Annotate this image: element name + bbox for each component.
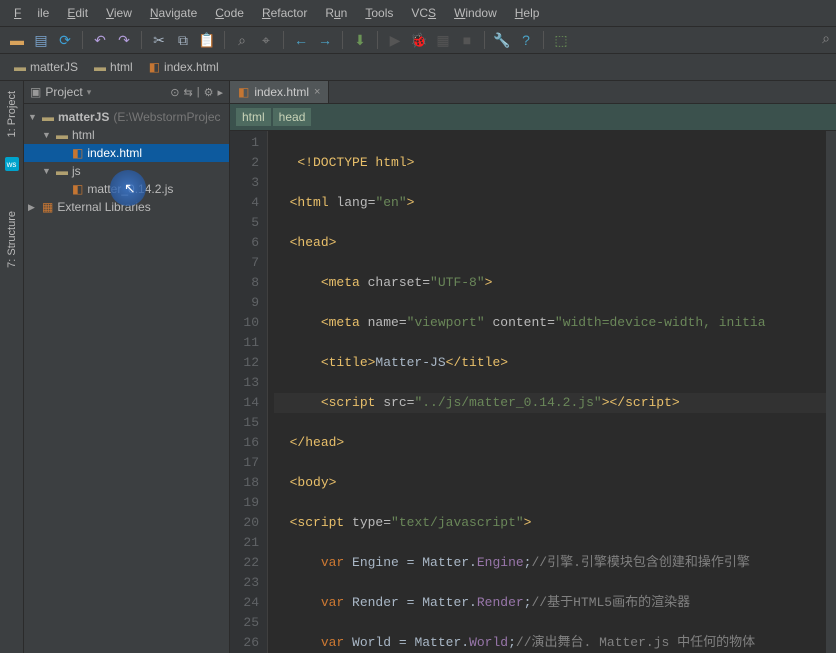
crumb-html[interactable]: html (236, 108, 271, 126)
crumb-head[interactable]: head (273, 108, 312, 126)
webstorm-logo-icon: ws (5, 157, 19, 171)
library-icon: ▦ (42, 200, 53, 214)
project-panel-title: Project (45, 85, 82, 99)
stop-icon[interactable]: ■ (458, 31, 476, 49)
nav-project-label: matterJS (30, 60, 78, 74)
folder-icon: ▬ (94, 60, 106, 74)
editor-breadcrumb: html head (230, 104, 836, 131)
error-stripe[interactable] (826, 131, 836, 653)
html-file-icon: ◧ (72, 146, 83, 160)
menu-vcs[interactable]: VCS (403, 3, 444, 23)
open-icon[interactable]: ▬ (8, 31, 26, 49)
tree-folder-js[interactable]: ▼ ▬ js (24, 162, 229, 180)
tool-window-bar: 1: Project ws 7: Structure (0, 81, 24, 653)
sidebar-tab-structure[interactable]: 7: Structure (4, 205, 20, 274)
menu-window[interactable]: Window (446, 3, 505, 23)
coverage-icon[interactable]: ▦ (434, 31, 452, 49)
project-panel-header: ▣ Project ▾ ⊙ ⇆ | ⚙ ▸ (24, 81, 229, 104)
scroll-from-source-icon[interactable]: ⊙ (170, 86, 179, 99)
menu-file[interactable]: File (6, 3, 57, 23)
nav-folder-label: html (110, 60, 133, 74)
nav-bar: ▬ matterJS ▬ html ◧ index.html (0, 54, 836, 81)
editor-tab-index[interactable]: ◧ index.html × (230, 81, 329, 103)
html-file-icon: ◧ (149, 60, 160, 74)
menu-refactor[interactable]: Refactor (254, 3, 315, 23)
replace-icon[interactable]: ⌖ (257, 31, 275, 49)
js-file-icon: ◧ (72, 182, 83, 196)
menu-edit[interactable]: Edit (59, 3, 96, 23)
code-editor[interactable]: 12 34 56 78 910 1112 1314 1516 1718 1920… (230, 131, 836, 653)
nav-folder[interactable]: ▬ html (88, 58, 139, 76)
nav-file-label: index.html (164, 60, 219, 74)
help-icon[interactable]: ? (517, 31, 535, 49)
tree-file-matterjs[interactable]: ◧ matter_0.14.2.js (24, 180, 229, 198)
menu-help[interactable]: Help (507, 3, 548, 23)
run-icon[interactable]: ▶ (386, 31, 404, 49)
nav-file[interactable]: ◧ index.html (143, 58, 225, 76)
menu-bar: File Edit View Navigate Code Refactor Ru… (0, 0, 836, 27)
forward-icon[interactable]: → (316, 31, 334, 49)
project-tree: ▼ ▬ matterJS (E:\WebstormProjec ▼ ▬ html… (24, 104, 229, 220)
code-content[interactable]: <!DOCTYPE html> <html lang="en"> <head> … (268, 131, 836, 653)
tree-matterjs-label: matter_0.14.2.js (87, 182, 173, 196)
editor-area: ◧ index.html × html head 12 34 56 78 910… (230, 81, 836, 653)
sidebar-tab-project[interactable]: 1: Project (4, 85, 20, 143)
html-file-icon: ◧ (238, 85, 249, 99)
find-icon[interactable]: ⌕ (233, 31, 251, 49)
tree-root[interactable]: ▼ ▬ matterJS (E:\WebstormProjec (24, 108, 229, 126)
editor-tabs: ◧ index.html × (230, 81, 836, 104)
menu-navigate[interactable]: Navigate (142, 3, 205, 23)
collapse-all-icon[interactable]: ⇆ (184, 86, 193, 99)
undo-icon[interactable]: ↶ (91, 31, 109, 49)
tree-index-label: index.html (87, 146, 142, 160)
folder-icon: ▬ (56, 128, 68, 142)
gutter: 12 34 56 78 910 1112 1314 1516 1718 1920… (230, 131, 268, 653)
back-icon[interactable]: ← (292, 31, 310, 49)
menu-tools[interactable]: Tools (357, 3, 401, 23)
project-panel: ▣ Project ▾ ⊙ ⇆ | ⚙ ▸ ▼ ▬ matterJS (E:\W… (24, 81, 230, 653)
paste-icon[interactable]: 📋 (198, 31, 216, 49)
gear-icon[interactable]: ⚙ (204, 86, 214, 99)
menu-view[interactable]: View (98, 3, 140, 23)
folder-icon: ▬ (14, 60, 26, 74)
project-view-icon: ▣ (30, 85, 41, 99)
save-icon[interactable]: ▤ (32, 31, 50, 49)
hide-icon[interactable]: ▸ (217, 86, 223, 99)
redo-icon[interactable]: ↷ (115, 31, 133, 49)
tree-root-hint: (E:\WebstormProjec (113, 110, 220, 124)
tree-file-index[interactable]: ◧ index.html (24, 144, 229, 162)
tree-external-libraries[interactable]: ▶ ▦ External Libraries (24, 198, 229, 216)
editor-tab-label: index.html (254, 85, 309, 99)
tree-external-label: External Libraries (57, 200, 150, 214)
copy-icon[interactable]: ⧉ (174, 31, 192, 49)
tree-js-label: js (72, 164, 81, 178)
sync-icon[interactable]: ⟳ (56, 31, 74, 49)
ide-icon[interactable]: ⬚ (552, 31, 570, 49)
tree-folder-html[interactable]: ▼ ▬ html (24, 126, 229, 144)
folder-icon: ▬ (56, 164, 68, 178)
tree-html-label: html (72, 128, 95, 142)
close-icon[interactable]: × (314, 86, 320, 98)
build-icon[interactable]: ⬇ (351, 31, 369, 49)
toolbar: ▬ ▤ ⟳ ↶ ↷ ✂ ⧉ 📋 ⌕ ⌖ ← → ⬇ ▶ 🐞 ▦ ■ 🔧 ? ⬚ (0, 27, 836, 54)
tree-root-label: matterJS (58, 110, 109, 124)
search-everywhere-icon[interactable]: ⌕ (822, 30, 830, 47)
settings-icon[interactable]: 🔧 (493, 31, 511, 49)
dropdown-icon[interactable]: ▾ (87, 87, 92, 98)
menu-run[interactable]: Run (317, 3, 355, 23)
menu-code[interactable]: Code (207, 3, 252, 23)
nav-project[interactable]: ▬ matterJS (8, 58, 84, 76)
debug-icon[interactable]: 🐞 (410, 31, 428, 49)
folder-icon: ▬ (42, 110, 54, 124)
cut-icon[interactable]: ✂ (150, 31, 168, 49)
